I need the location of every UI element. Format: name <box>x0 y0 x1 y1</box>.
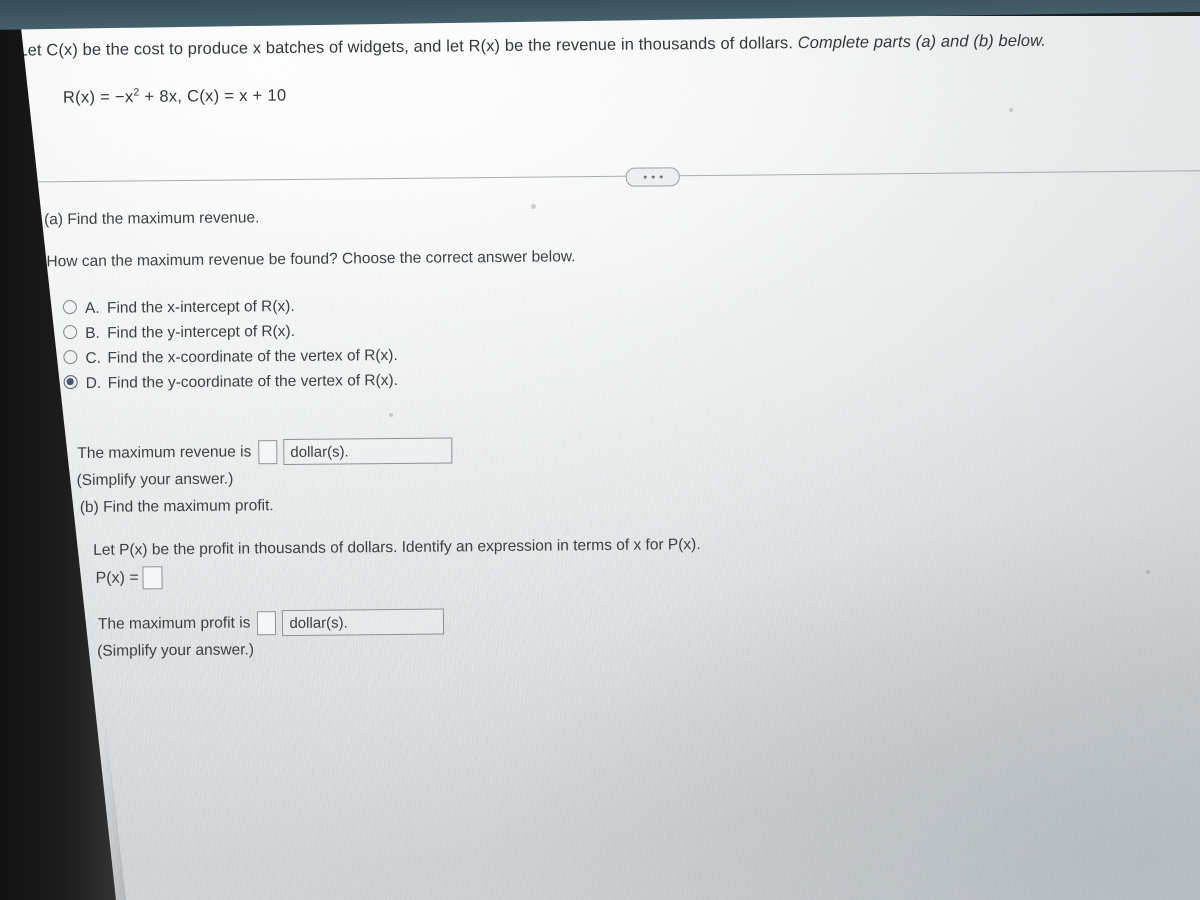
part-a-simplify-note: (Simplify your answer.) <box>76 470 234 490</box>
cost-function: C(x) = x + 10 <box>187 86 287 106</box>
part-a-answer-row: The maximum revenue is dollar(s). <box>77 437 453 467</box>
choice-d-label: Find the y-coordinate of the vertex of R… <box>107 371 399 392</box>
choice-a-label: Find the x-intercept of R(x). <box>106 297 295 317</box>
profit-function-label: P(x) = <box>95 568 139 587</box>
radio-icon-b[interactable] <box>63 325 78 340</box>
profit-expression-row: P(x) = <box>95 566 163 590</box>
radio-icon-a[interactable] <box>62 300 77 315</box>
dot-icon <box>659 175 663 179</box>
part-b-simplify-note: (Simplify your answer.) <box>97 641 255 660</box>
exercise-page: Let C(x) be the cost to produce x batche… <box>0 0 1200 900</box>
revenue-function-rest: + 8x, <box>139 87 183 106</box>
choice-a-letter: A. <box>84 299 100 317</box>
part-b-heading: (b) Find the maximum profit. <box>79 497 274 517</box>
dot-icon <box>651 175 655 179</box>
answer-choices: A. Find the x-intercept of R(x). B. Find… <box>62 296 399 399</box>
part-a-heading: (a) Find the maximum revenue. <box>44 209 260 229</box>
dust-speck <box>1009 108 1013 112</box>
choice-c[interactable]: C. Find the x-coordinate of the vertex o… <box>63 346 398 374</box>
choice-b[interactable]: B. Find the y-intercept of R(x). <box>63 321 398 349</box>
choice-b-letter: B. <box>85 324 100 342</box>
dust-speck <box>389 413 393 417</box>
dot-icon <box>643 175 647 179</box>
dust-speck <box>1146 570 1150 574</box>
part-b-answer-label: The maximum profit is <box>97 614 251 633</box>
max-profit-unit-box: dollar(s). <box>282 608 445 637</box>
part-a-prompt: How can the maximum revenue be found? Ch… <box>46 248 576 271</box>
part-a-answer-label: The maximum revenue is <box>77 443 252 463</box>
choice-b-label: Find the y-intercept of R(x). <box>107 322 296 342</box>
more-options-ellipsis-icon[interactable] <box>625 167 680 187</box>
dust-speck <box>531 204 536 209</box>
photo-of-screen: Let C(x) be the cost to produce x batche… <box>0 0 1200 900</box>
max-profit-input[interactable] <box>257 611 277 636</box>
divider-rule <box>31 170 1200 183</box>
part-a-answer-block: The maximum revenue is dollar(s). (Simpl… <box>76 437 453 490</box>
choice-d-letter: D. <box>85 374 102 392</box>
max-revenue-unit-box: dollar(s). <box>283 437 453 466</box>
choice-c-label: Find the x-coordinate of the vertex of R… <box>107 346 398 367</box>
choice-a[interactable]: A. Find the x-intercept of R(x). <box>62 296 398 324</box>
choice-c-letter: C. <box>85 349 101 367</box>
max-revenue-input[interactable] <box>258 440 278 465</box>
radio-icon-c[interactable] <box>63 350 78 365</box>
profit-expression-input[interactable] <box>142 566 163 590</box>
part-b-prompt: Let P(x) be the profit in thousands of d… <box>93 536 701 559</box>
question-stem: Let C(x) be the cost to produce x batche… <box>18 29 1168 62</box>
revenue-function-label: R(x) = −x <box>62 87 134 107</box>
question-stem-text: Let C(x) be the cost to produce x batche… <box>18 34 798 60</box>
part-b-answer-row: The maximum profit is dollar(s). <box>97 608 445 638</box>
question-stem-instruction: Complete parts (a) and (b) below. <box>797 31 1046 53</box>
part-b-answer-block: The maximum profit is dollar(s). (Simpli… <box>97 608 445 661</box>
choice-d[interactable]: D. Find the y-coordinate of the vertex o… <box>63 371 399 399</box>
section-divider <box>31 162 1200 195</box>
given-functions: R(x) = −x2 + 8x, C(x) = x + 10 <box>63 85 287 108</box>
